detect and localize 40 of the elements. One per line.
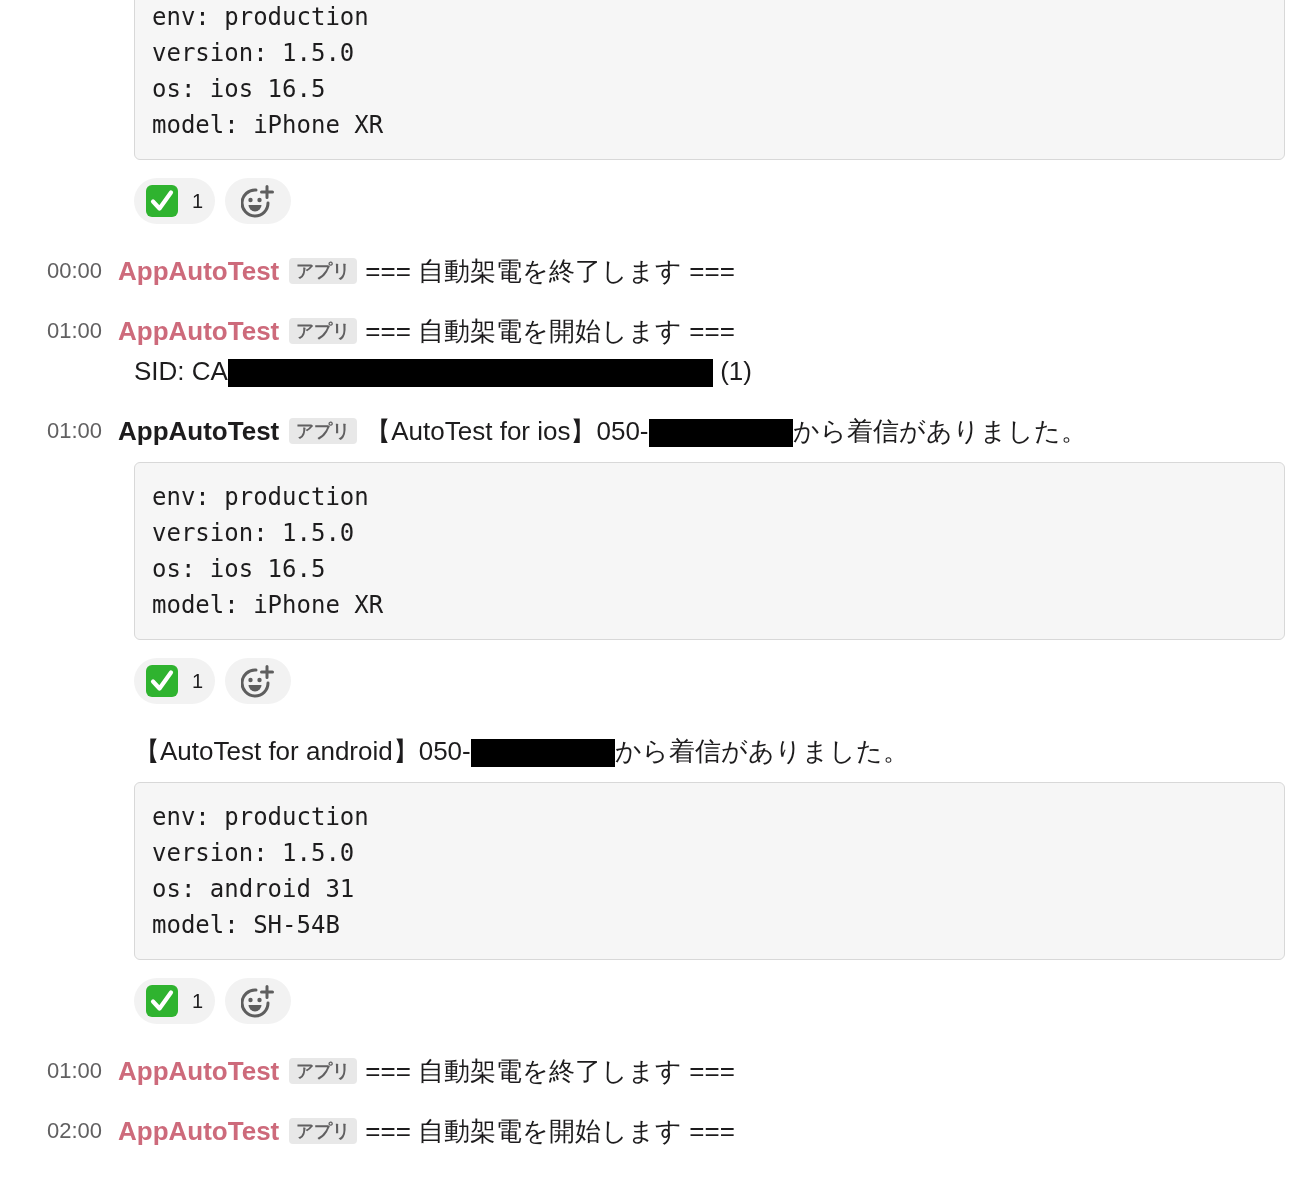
message-text: === 自動架電を終了します ===	[365, 1056, 735, 1086]
message-text: SID: CA	[134, 356, 228, 386]
smiley-plus-icon	[241, 664, 276, 698]
timestamp: 00:00	[45, 258, 102, 284]
message-text: === 自動架電を終了します ===	[365, 256, 735, 286]
timestamp: 02:00	[45, 1118, 102, 1144]
message-text: === 自動架電を開始します ===	[365, 316, 735, 346]
add-reaction-button[interactable]	[225, 178, 292, 224]
message-text: から着信がありました。	[792, 416, 1087, 446]
message-text: (1)	[719, 356, 752, 386]
timestamp: 01:00	[45, 318, 102, 344]
check-mark-icon	[146, 185, 178, 217]
app-badge: アプリ	[289, 418, 358, 444]
reaction-button[interactable]: 1	[134, 178, 216, 224]
reaction-button[interactable]: 1	[134, 658, 216, 704]
code-block: env: production version: 1.5.0 os: ios 16.5 model: iPhone XR	[134, 462, 1285, 640]
timestamp: 01:00	[45, 418, 102, 444]
add-reaction-button[interactable]	[225, 658, 292, 704]
check-mark-icon	[146, 985, 178, 1017]
sender-name[interactable]: AppAutoTest	[118, 1055, 280, 1087]
sender-name[interactable]: AppAutoTest	[118, 415, 280, 447]
message-text: 【AutoTest for ios】050-	[365, 416, 649, 446]
sender-name[interactable]: AppAutoTest	[118, 315, 280, 347]
code-block: env: production version: 1.5.0 os: android 31 model: SH-54B	[134, 782, 1285, 960]
app-badge: アプリ	[289, 258, 358, 284]
code-block: env: production version: 1.5.0 os: ios 16.5 model: iPhone XR	[134, 0, 1285, 160]
message-text: === 自動架電を開始します ===	[365, 1116, 735, 1146]
sender-name[interactable]: AppAutoTest	[118, 255, 280, 287]
app-badge: アプリ	[289, 1118, 358, 1144]
reaction-button[interactable]: 1	[134, 978, 216, 1024]
add-reaction-button[interactable]	[225, 978, 292, 1024]
app-badge: アプリ	[289, 318, 358, 344]
message-text: から着信がありました。	[614, 736, 909, 766]
smiley-plus-icon	[241, 984, 276, 1018]
check-mark-icon	[146, 665, 178, 697]
timestamp: 01:00	[45, 1058, 102, 1084]
sender-name[interactable]: AppAutoTest	[118, 1115, 280, 1147]
message-text: 【AutoTest for android】050-	[134, 736, 471, 766]
smiley-plus-icon	[241, 184, 276, 218]
app-badge: アプリ	[289, 1058, 358, 1084]
